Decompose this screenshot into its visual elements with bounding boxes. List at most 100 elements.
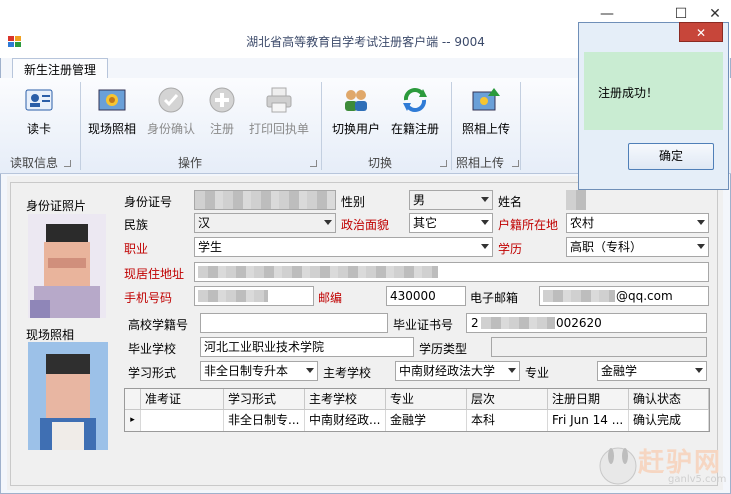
table-cell[interactable]: 确认完成 bbox=[629, 410, 709, 431]
email-label: 电子邮箱 bbox=[470, 291, 519, 305]
dialog-message: 注册成功！ bbox=[598, 86, 659, 100]
occupation-select[interactable]: 学生 bbox=[194, 237, 493, 257]
group-launcher-icon[interactable] bbox=[440, 160, 447, 167]
live-photo bbox=[28, 342, 108, 450]
registration-grid: 准考证 学习形式 主考学校 专业 层次 注册日期 确认状态 ▸ 非全日制专...… bbox=[124, 388, 710, 432]
chevron-down-icon bbox=[508, 368, 516, 373]
id-photo-label: 身份证照片 bbox=[26, 199, 87, 213]
grid-header[interactable]: 确认状态 bbox=[629, 389, 709, 410]
row-selector-icon[interactable]: ▸ bbox=[125, 410, 141, 431]
grid-header[interactable]: 专业 bbox=[386, 389, 467, 410]
ethnicity-select[interactable]: 汉 bbox=[194, 213, 336, 233]
gender-select[interactable]: 男 bbox=[409, 190, 493, 210]
print-receipt-button[interactable]: 打印回执单 bbox=[246, 86, 312, 144]
printer-icon bbox=[265, 86, 293, 114]
postcode-field[interactable]: 430000 bbox=[386, 286, 466, 306]
school-label: 毕业学校 bbox=[128, 342, 177, 356]
table-cell[interactable]: 金融学 bbox=[386, 410, 467, 431]
switch-user-button[interactable]: 切换用户 bbox=[328, 86, 384, 144]
education-label: 学历 bbox=[498, 242, 523, 256]
chevron-down-icon bbox=[697, 220, 705, 225]
table-cell[interactable]: 非全日制专... bbox=[224, 410, 305, 431]
cert-no-field[interactable]: 2 002620 bbox=[466, 313, 707, 333]
grid-header[interactable]: 注册日期 bbox=[548, 389, 629, 410]
close-icon[interactable]: ✕ bbox=[700, 4, 730, 24]
address-redacted bbox=[198, 266, 438, 278]
major-select[interactable]: 金融学 bbox=[597, 361, 707, 381]
plus-circle-icon bbox=[208, 86, 236, 114]
mobile-label: 手机号码 bbox=[124, 291, 173, 305]
chevron-down-icon bbox=[481, 197, 489, 202]
occupation-label: 职业 bbox=[124, 242, 149, 256]
table-cell[interactable]: 中南财经政... bbox=[305, 410, 386, 431]
group-label-photo-upload: 照相上传 bbox=[455, 156, 504, 170]
live-photo-button[interactable]: 现场照相 bbox=[86, 86, 138, 144]
student-no-label: 高校学籍号 bbox=[128, 318, 189, 332]
identity-confirm-button[interactable]: 身份确认 bbox=[144, 86, 198, 144]
chevron-down-icon bbox=[481, 244, 489, 249]
watermark-logo: 赶驴网 ganlv5.com bbox=[598, 440, 728, 490]
cert-no-redacted bbox=[481, 317, 555, 329]
read-card-button[interactable]: 读卡 bbox=[14, 86, 64, 144]
photo-upload-icon bbox=[472, 86, 500, 114]
political-select[interactable]: 其它 bbox=[409, 213, 493, 233]
id-number-field[interactable] bbox=[194, 190, 336, 210]
users-icon bbox=[342, 86, 370, 114]
address-label: 现居住地址 bbox=[124, 267, 185, 281]
group-label-switch: 切换 bbox=[367, 156, 392, 170]
chevron-down-icon bbox=[481, 220, 489, 225]
name-field[interactable] bbox=[566, 190, 586, 210]
minimize-icon[interactable]: — bbox=[592, 4, 622, 24]
group-launcher-icon[interactable] bbox=[512, 160, 519, 167]
address-field[interactable] bbox=[194, 262, 709, 282]
group-label-read: 读取信息 bbox=[9, 156, 58, 170]
chevron-down-icon bbox=[306, 368, 314, 373]
ok-button[interactable]: 确定 bbox=[628, 143, 714, 170]
group-label-operations: 操作 bbox=[177, 156, 202, 170]
education-select[interactable]: 高职（专科） bbox=[566, 237, 709, 257]
register-button[interactable]: 注册 bbox=[200, 86, 244, 144]
school-field[interactable]: 河北工业职业技术学院 bbox=[200, 337, 414, 357]
major-label: 专业 bbox=[525, 366, 550, 380]
host-school-select[interactable]: 中南财经政法大学 bbox=[395, 361, 520, 381]
tab-new-student-registration[interactable]: 新生注册管理 bbox=[12, 58, 108, 80]
edu-type-field[interactable] bbox=[491, 337, 707, 357]
political-label: 政治面貌 bbox=[341, 218, 390, 232]
household-select[interactable]: 农村 bbox=[566, 213, 709, 233]
ribbon-separator bbox=[321, 82, 322, 170]
name-label: 姓名 bbox=[498, 195, 523, 209]
live-photo-label: 现场照相 bbox=[26, 328, 75, 342]
grid-header[interactable]: 主考学校 bbox=[305, 389, 386, 410]
mobile-redacted bbox=[198, 290, 268, 302]
grid-header[interactable]: 层次 bbox=[467, 389, 548, 410]
group-launcher-icon[interactable] bbox=[64, 160, 71, 167]
edu-type-label: 学历类型 bbox=[419, 342, 468, 356]
email-redacted bbox=[543, 290, 615, 302]
dialog-close-button[interactable]: ✕ bbox=[679, 22, 723, 42]
id-number-label: 身份证号 bbox=[124, 195, 173, 209]
email-field[interactable]: @qq.com bbox=[539, 286, 709, 306]
refresh-icon bbox=[401, 86, 429, 114]
student-no-field[interactable] bbox=[200, 313, 388, 333]
group-launcher-icon[interactable] bbox=[310, 160, 317, 167]
grid-header[interactable]: 学习形式 bbox=[224, 389, 305, 410]
gender-label: 性别 bbox=[341, 195, 366, 209]
table-cell[interactable]: 本科 bbox=[467, 410, 548, 431]
chevron-down-icon bbox=[695, 368, 703, 373]
table-cell[interactable] bbox=[141, 410, 224, 431]
ethnicity-label: 民族 bbox=[124, 218, 149, 232]
photo-upload-button[interactable]: 照相上传 bbox=[458, 86, 514, 144]
id-card-icon bbox=[25, 86, 53, 114]
study-form-select[interactable]: 非全日制专升本 bbox=[200, 361, 318, 381]
maximize-icon[interactable]: ☐ bbox=[666, 4, 696, 24]
camera-photo-icon bbox=[98, 86, 126, 114]
check-circle-icon bbox=[157, 86, 185, 114]
study-form-label: 学习形式 bbox=[128, 366, 177, 380]
mobile-field[interactable] bbox=[194, 286, 314, 306]
watermark-url: ganlv5.com bbox=[668, 474, 727, 485]
enrolled-registration-button[interactable]: 在籍注册 bbox=[388, 86, 442, 144]
grid-header[interactable]: 准考证 bbox=[141, 389, 224, 410]
household-label: 户籍所在地 bbox=[498, 218, 559, 232]
postcode-label: 邮编 bbox=[318, 291, 343, 305]
table-cell[interactable]: Fri Jun 14 ... bbox=[548, 410, 629, 431]
